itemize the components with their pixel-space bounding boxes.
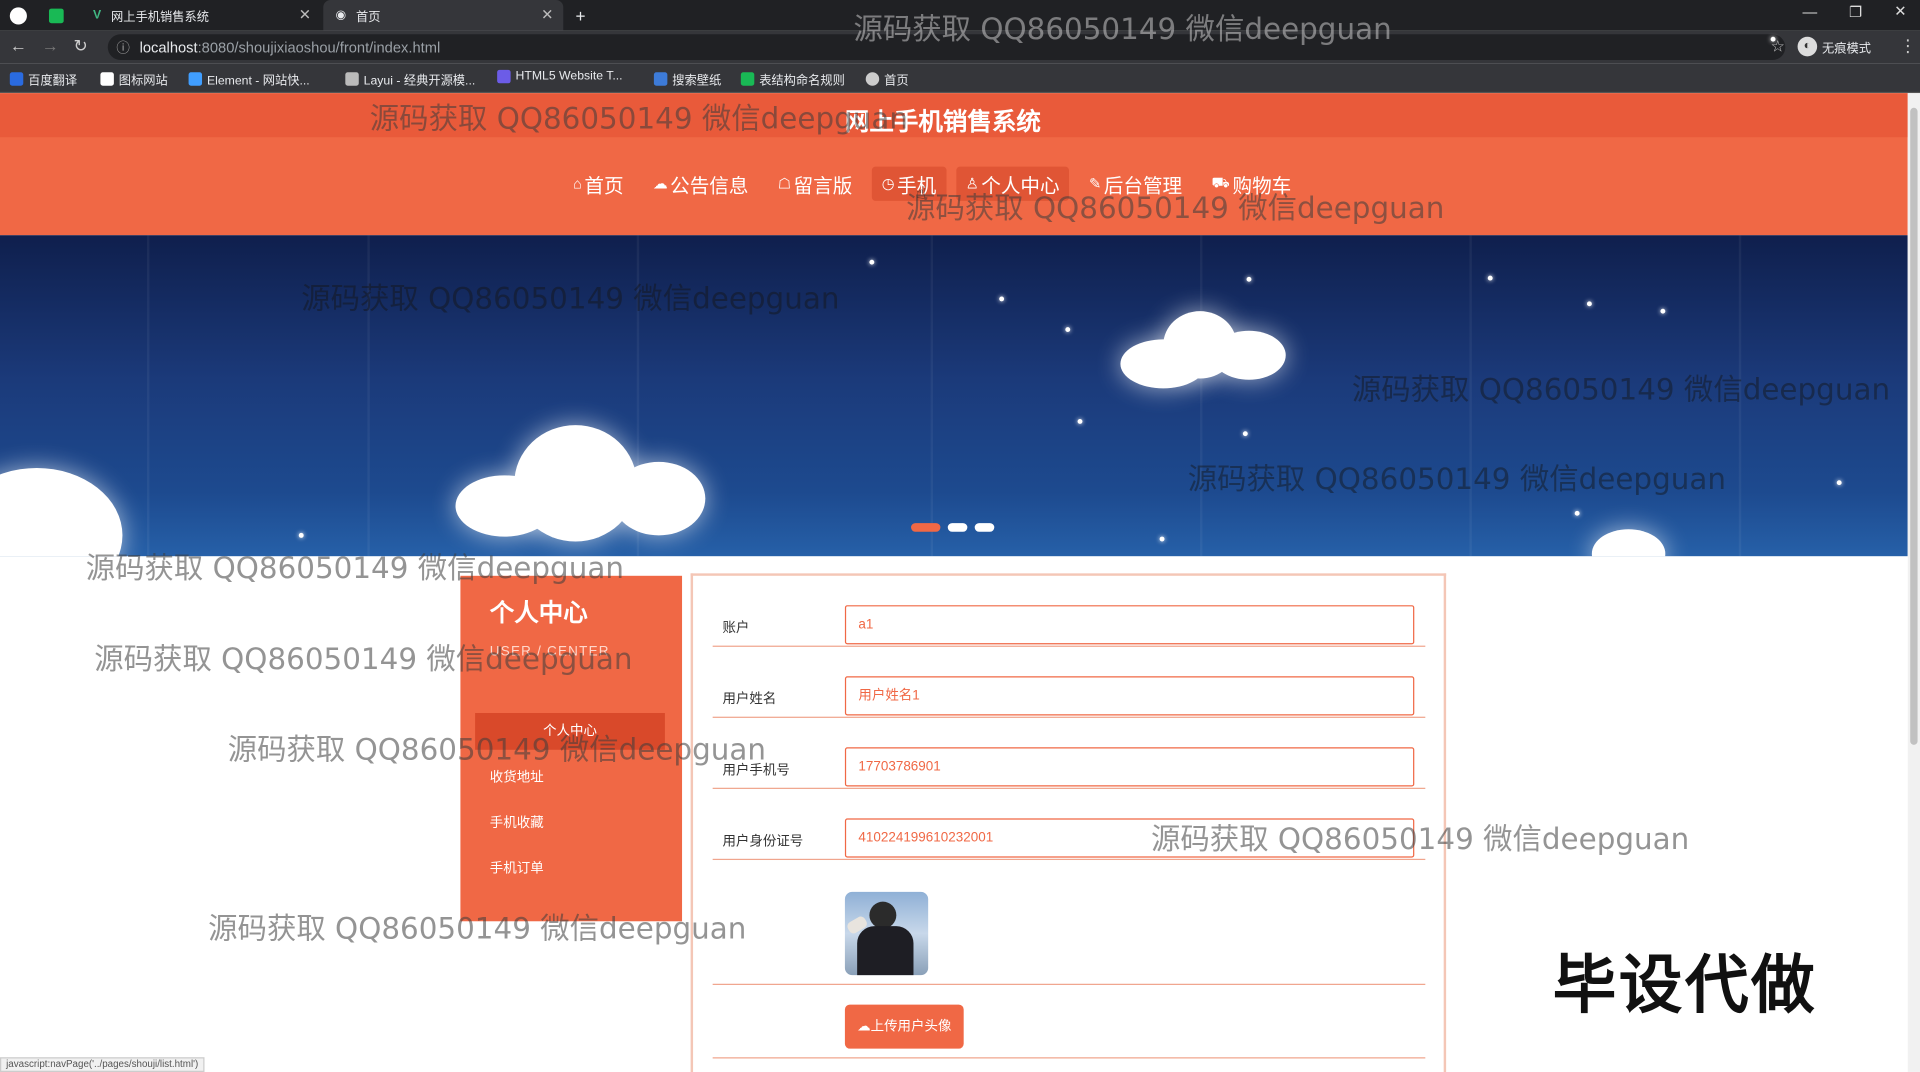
bookmark-item[interactable]: 搜索壁纸 (653, 70, 721, 88)
watermark-text: 源码获取 QQ86050149 微信deepguan (906, 191, 1445, 226)
phone-input[interactable]: 17703786901 (844, 747, 1415, 787)
nav-message-board[interactable]: ☖ 留言版 (768, 167, 862, 201)
window-close-icon[interactable]: ✕ (1894, 2, 1906, 19)
star-decoration (1487, 275, 1493, 281)
star-decoration (1242, 431, 1248, 437)
star-decoration (1159, 536, 1165, 542)
site-title: 网上手机销售系统 (844, 109, 1041, 136)
bookmark-star-icon[interactable]: ☆ (1770, 36, 1785, 55)
sidebar-title: 个人中心 (489, 600, 588, 628)
incognito-icon: ◐ (1797, 36, 1818, 57)
bookmark-item[interactable]: Layui - 经典开源模... (345, 70, 475, 88)
star-decoration (298, 532, 304, 538)
phone-icon: ◷ (881, 175, 895, 193)
carousel-dot[interactable] (974, 523, 995, 532)
account-input[interactable]: a1 (844, 605, 1415, 645)
form-row-name: 用户姓名 用户姓名1 (712, 647, 1426, 718)
scrollbar-thumb[interactable] (1910, 107, 1918, 745)
watermark-text: 源码获取 QQ86050149 微信deepguan (85, 551, 624, 586)
star-decoration (1077, 418, 1083, 424)
home-icon: ⌂ (573, 175, 582, 193)
carousel-dots (911, 523, 995, 532)
id-card-label: 用户身份证号 (722, 834, 804, 849)
close-tab-icon[interactable]: ✕ (299, 6, 311, 23)
browser-menu-icon[interactable]: ⋮ (1899, 36, 1916, 57)
name-input[interactable]: 用户姓名1 (844, 676, 1415, 716)
bookmark-item[interactable]: 首页 (865, 70, 909, 88)
upload-avatar-button[interactable]: ☁上传用户头像 (844, 1004, 964, 1049)
star-decoration (1246, 276, 1252, 282)
bookmarks-bar: 百度翻译 图标网站 Element - 网站快... Layui - 经典开源模… (0, 63, 1920, 94)
bookmark-item[interactable]: HTML5 Website T... (497, 69, 623, 84)
tab-site[interactable]: V 网上手机销售系统 ✕ (81, 0, 321, 31)
form-row-phone: 用户手机号 17703786901 (712, 718, 1426, 789)
close-tab-icon[interactable]: ✕ (541, 6, 553, 23)
back-icon[interactable]: ← (10, 36, 27, 56)
new-tab-button[interactable]: + (576, 0, 586, 31)
incognito-label: 无痕模式 (1822, 42, 1872, 56)
star-decoration (1065, 327, 1071, 333)
sidebar-item-favorites[interactable]: 手机收藏 (475, 805, 665, 842)
tab-label: 首页 (356, 11, 381, 25)
notice-icon: ☁ (652, 175, 668, 193)
watermark-text: 源码获取 QQ86050149 微信deepguan (369, 101, 909, 136)
watermark-text: 源码获取 QQ86050149 微信deepguan (853, 12, 1392, 47)
form-row-account: 账户 a1 (712, 576, 1426, 647)
form-row-avatar (712, 860, 1426, 985)
star-decoration (1660, 308, 1666, 314)
watermark-text: 源码获取 QQ86050149 微信deepguan (1151, 822, 1690, 857)
upload-cloud-icon: ☁ (857, 1019, 871, 1034)
tab-home[interactable]: ◉ 首页 ✕ (323, 0, 564, 31)
account-label: 账户 (722, 621, 750, 636)
browser-app-icon (9, 0, 37, 31)
user-avatar (844, 891, 929, 976)
bookmark-item[interactable]: 图标网站 (100, 70, 168, 88)
url-text[interactable]: localhost:8080/shoujixiaoshou/front/inde… (140, 39, 441, 56)
site-info-icon[interactable]: ⓘ (116, 38, 129, 58)
star-decoration (1836, 480, 1842, 486)
watermark-text: 源码获取 QQ86050149 微信deepguan (301, 281, 840, 317)
name-label: 用户姓名 (722, 692, 777, 707)
incognito-indicator[interactable]: ◐ 无痕模式 (1797, 36, 1872, 57)
minimize-icon[interactable]: — (1802, 4, 1817, 21)
link-status-bar: javascript:navPage('../pages/shouji/list… (0, 1057, 205, 1072)
overlay-stamp-text: 毕设代做 (1552, 949, 1818, 1023)
sidebar-item-orders[interactable]: 手机订单 (475, 850, 665, 887)
nav-home[interactable]: ⌂ 首页 (563, 167, 633, 201)
bookmark-item[interactable]: Element - 网站快... (188, 70, 310, 88)
star-decoration (999, 296, 1005, 302)
reload-icon[interactable]: ↻ (73, 36, 87, 57)
star-decoration (1574, 510, 1580, 516)
bookmark-item[interactable]: 表结构命名规则 (740, 70, 845, 88)
watermark-text: 源码获取 QQ86050149 微信deepguan (208, 911, 747, 946)
restore-icon[interactable]: ❐ (1849, 4, 1862, 21)
vue-icon: V (93, 8, 102, 23)
page-scrollbar[interactable] (1907, 93, 1920, 1072)
form-row-upload: ☁上传用户头像 (712, 985, 1426, 1059)
watermark-text: 源码获取 QQ86050149 微信deepguan (227, 732, 767, 767)
watermark-text: 源码获取 QQ86050149 微信deepguan (1351, 372, 1891, 407)
star-decoration (1586, 301, 1592, 307)
bookmark-item[interactable]: 百度翻译 (9, 70, 77, 88)
web-page: 网上手机销售系统 ⌂ 首页 ☁ 公告信息 ☖ 留言版 ◷ 手机 ♙ 个人中心 ✎ 后台管理 … (0, 93, 1908, 1072)
globe-icon: ◉ (335, 8, 347, 23)
watermark-text: 源码获取 QQ86050149 微信deepguan (94, 641, 633, 677)
carousel-dot[interactable] (911, 523, 941, 532)
star-decoration (869, 259, 875, 265)
forward-icon[interactable]: → (42, 36, 59, 56)
carousel-dot[interactable] (947, 523, 968, 532)
pinned-tab[interactable] (48, 0, 73, 31)
message-icon: ☖ (777, 175, 792, 193)
nav-notice[interactable]: ☁ 公告信息 (643, 167, 758, 201)
tab-label: 网上手机销售系统 (111, 11, 209, 25)
watermark-text: 源码获取 QQ86050149 微信deepguan (1187, 461, 1727, 497)
